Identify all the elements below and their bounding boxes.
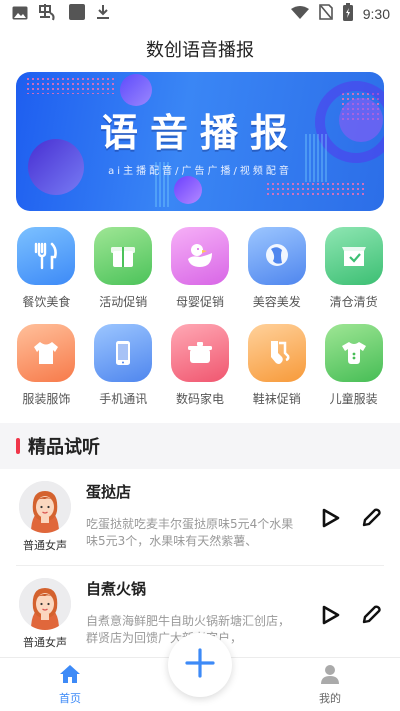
- category-beauty[interactable]: 美容美发: [238, 227, 315, 310]
- chinese-char-icon: [38, 3, 58, 25]
- item-description: 吃蛋挞就吃麦丰尔蛋挞原味5元4个水果味5元3个，水果味有天然紫薯、: [86, 517, 294, 548]
- fork-knife-icon: [17, 227, 76, 285]
- edit-icon[interactable]: [360, 507, 382, 529]
- category-catering[interactable]: 餐饮美食: [8, 227, 85, 310]
- category-label: 清仓清货: [329, 295, 378, 309]
- pot-icon: [170, 324, 229, 382]
- voice-type-label: 普通女声: [23, 539, 67, 552]
- avatar: [19, 578, 71, 630]
- category-maternity[interactable]: 母婴促销: [162, 227, 239, 310]
- hair-icon: [247, 227, 306, 285]
- nav-mine[interactable]: 我的: [300, 658, 360, 711]
- battery-charging-icon: [342, 3, 353, 25]
- category-appliances[interactable]: 数码家电: [162, 324, 239, 407]
- cart-box-icon: [324, 227, 383, 285]
- add-button[interactable]: [168, 633, 232, 697]
- category-mobile[interactable]: 手机通讯: [85, 324, 162, 407]
- avatar: [19, 481, 71, 533]
- home-icon: [59, 664, 81, 688]
- status-time: 9:30: [362, 6, 390, 22]
- page-title: 数创语音播报: [146, 40, 254, 61]
- sock-icon: [247, 324, 306, 382]
- edit-icon[interactable]: [360, 604, 382, 626]
- category-clothing[interactable]: 服装服饰: [8, 324, 85, 407]
- item-actions: [320, 604, 382, 626]
- no-sim-icon: [318, 4, 333, 24]
- category-label: 服装服饰: [22, 392, 71, 406]
- download-icon: [96, 4, 110, 24]
- category-label: 美容美发: [252, 295, 301, 309]
- duck-icon: [170, 227, 229, 285]
- category-label: 数码家电: [175, 392, 224, 406]
- play-icon[interactable]: [320, 604, 342, 626]
- item-title: 蛋挞店: [86, 483, 132, 501]
- category-grid: 餐饮美食 活动促销 母婴促销 美容美发 清仓清货 服装服饰 手机通讯 数码家电 …: [8, 227, 392, 407]
- image-icon: [12, 5, 28, 24]
- baby-clothes-icon: [324, 324, 383, 382]
- user-icon: [319, 664, 341, 688]
- banner-subtitle: ai主播配音/广告广播/视频配音: [108, 166, 292, 177]
- status-bar: 9:30: [0, 0, 400, 28]
- item-title: 自煮火锅: [86, 580, 147, 598]
- tshirt-icon: [17, 324, 76, 382]
- category-clearance[interactable]: 清仓清货: [315, 227, 392, 310]
- voice-avatar-column: 普通女声: [16, 566, 74, 663]
- category-shoes[interactable]: 鞋袜促销: [238, 324, 315, 407]
- category-kids-clothing[interactable]: 儿童服装: [315, 324, 392, 407]
- banner[interactable]: 语音播报 ai主播配音/广告广播/视频配音: [16, 72, 384, 211]
- banner-title: 语音播报: [99, 111, 300, 155]
- plus-icon: [184, 647, 216, 683]
- list-item[interactable]: 普通女声 蛋挞店 吃蛋挞就吃麦丰尔蛋挞原味5元4个水果味5元3个，水果味有天然紫…: [16, 469, 384, 566]
- status-left-icons: [12, 3, 110, 25]
- category-label: 餐饮美食: [22, 295, 71, 309]
- nav-mine-label: 我的: [319, 691, 341, 705]
- wifi-icon: [290, 5, 309, 24]
- nav-home-label: 首页: [59, 691, 81, 705]
- voice-type-label: 普通女声: [23, 636, 67, 649]
- section-header: 精品试听: [0, 423, 400, 469]
- category-label: 儿童服装: [329, 392, 378, 406]
- section-title: 精品试听: [28, 437, 100, 458]
- category-label: 手机通讯: [99, 392, 148, 406]
- category-promotion[interactable]: 活动促销: [85, 227, 162, 310]
- nav-home[interactable]: 首页: [40, 658, 100, 711]
- category-label: 活动促销: [99, 295, 148, 309]
- gift-box-icon: [94, 227, 153, 285]
- play-icon[interactable]: [320, 507, 342, 529]
- phone-icon: [94, 324, 153, 382]
- voice-avatar-column: 普通女声: [16, 469, 74, 565]
- section-accent-bar: [16, 438, 20, 454]
- item-actions: [320, 507, 382, 529]
- status-right-icons: 9:30: [290, 3, 390, 25]
- category-label: 鞋袜促销: [252, 392, 301, 406]
- category-label: 母婴促销: [175, 295, 224, 309]
- square-icon: [68, 3, 86, 25]
